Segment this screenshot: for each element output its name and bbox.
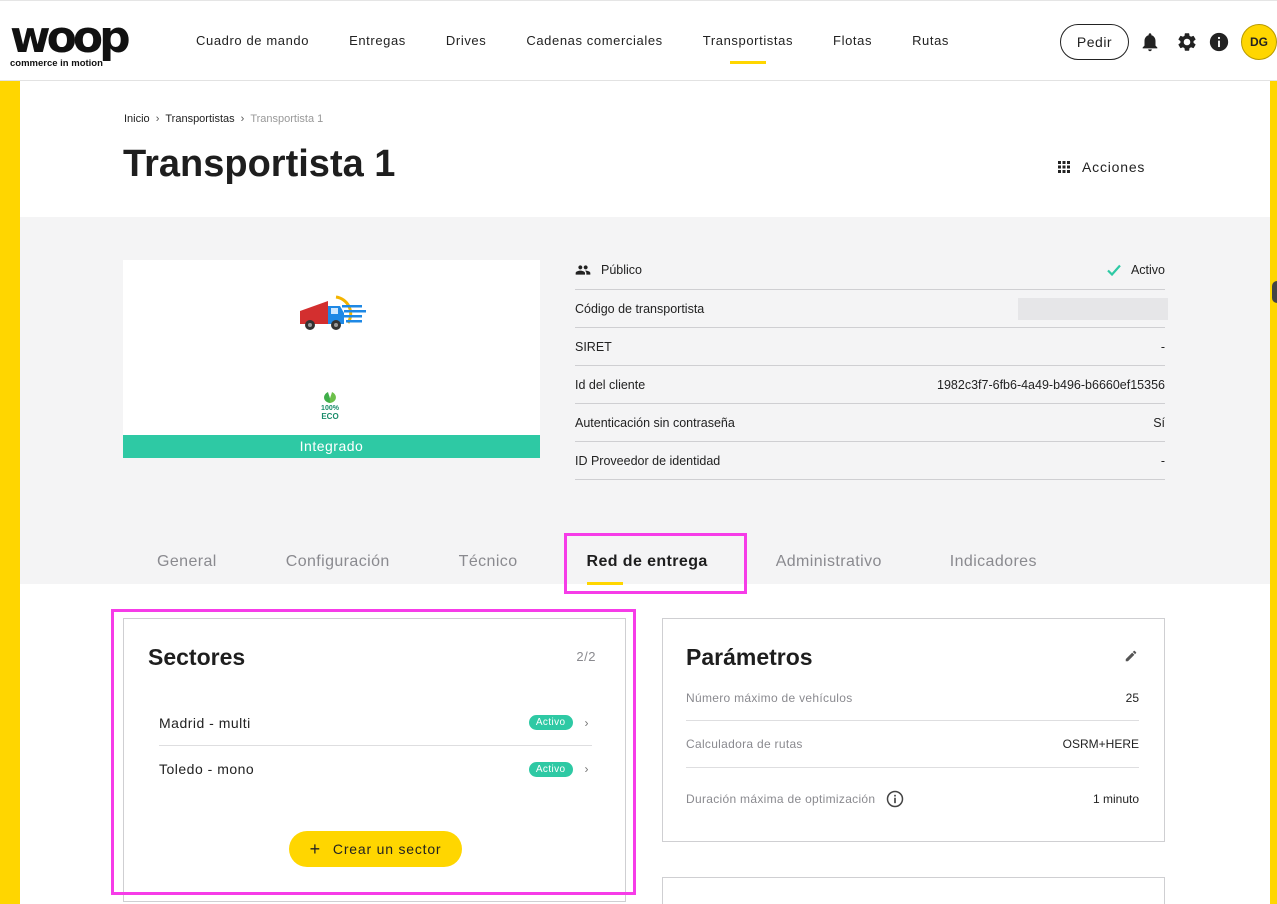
breadcrumb-parent[interactable]: Transportistas (165, 113, 234, 125)
state-label: Activo (1130, 262, 1165, 277)
actions-label: Acciones (1082, 159, 1146, 175)
param-value: 25 (1125, 690, 1139, 705)
field-value: - (1160, 453, 1165, 468)
field-value: - (1160, 339, 1165, 354)
breadcrumb: Inicio › Transportistas › Transportista … (124, 113, 323, 125)
tab-technical[interactable]: Técnico (459, 533, 518, 591)
params-title: Parámetros (686, 644, 813, 670)
field-label: SIRET (575, 339, 612, 354)
field-value: 1982c3f7-6fb6-4a49-b496-b6660ef15356 (937, 377, 1165, 392)
main-nav: Cuadro de mando Entregas Drives Cadenas … (176, 5, 969, 81)
field-label: Autenticación sin contraseña (575, 415, 735, 430)
bell-icon[interactable] (1139, 31, 1161, 53)
breadcrumb-home[interactable]: Inicio (124, 113, 150, 125)
tab-configuration[interactable]: Configuración (286, 533, 390, 591)
nav-item-routes[interactable]: Rutas (892, 5, 969, 81)
nav-item-fleets[interactable]: Flotas (813, 5, 892, 81)
info-row-idp: ID Proveedor de identidad - (575, 442, 1165, 480)
info-icon[interactable] (1208, 31, 1230, 53)
nav-item-carriers[interactable]: Transportistas (683, 5, 813, 81)
info-row-client-id: Id del cliente 1982c3f7-6fb6-4a49-b496-b… (575, 366, 1165, 404)
page-title: Transportista 1 (123, 143, 396, 185)
brand-logo[interactable]: woop commerce in motion (10, 12, 142, 70)
check-icon (1107, 264, 1121, 276)
frame-right (1270, 81, 1277, 904)
edge-handle (1272, 281, 1277, 303)
info-row-carrier-code: Código de transportista (575, 290, 1168, 328)
app-header: woop commerce in motion Cuadro de mando … (0, 5, 1277, 81)
nav-item-dashboard[interactable]: Cuadro de mando (176, 5, 329, 81)
eco-percent: 100% (321, 405, 339, 412)
param-label: Número máximo de vehículos (686, 690, 853, 705)
info-row-passwordless: Autenticación sin contraseña Sí (575, 404, 1165, 442)
integration-status-bar: Integrado (123, 435, 540, 458)
truck-logo-icon (300, 295, 366, 330)
frame-left (0, 81, 20, 904)
field-label: Código de transportista (575, 301, 705, 316)
param-value: 1 minuto (1092, 792, 1139, 806)
param-label: Duración máxima de optimización (686, 792, 876, 806)
next-card (662, 877, 1165, 904)
params-card: Parámetros Número máximo de vehículos 25… (662, 618, 1165, 842)
people-icon (575, 264, 591, 275)
pencil-icon[interactable] (1124, 649, 1138, 663)
carrier-info-table: Público Activo Código de transportista S… (575, 250, 1168, 480)
carrier-code-value (1018, 297, 1168, 320)
actions-button[interactable]: Acciones (1058, 159, 1145, 175)
user-avatar[interactable]: DG (1241, 24, 1277, 60)
leaf-icon (324, 392, 336, 403)
nav-item-deliveries[interactable]: Entregas (329, 5, 426, 81)
param-row-route-calculator: Calculadora de rutas OSRM+HERE (686, 721, 1139, 768)
chevron-right-icon: › (155, 113, 160, 125)
param-row-max-vehicles: Número máximo de vehículos 25 (686, 675, 1139, 721)
field-value: Sí (1153, 415, 1165, 430)
eco-badge: 100% ECO (320, 391, 340, 421)
info-outline-icon[interactable] (885, 789, 905, 809)
eco-label: ECO (321, 412, 339, 421)
param-row-max-optimization: Duración máxima de optimización 1 minuto (686, 768, 1139, 830)
tab-general[interactable]: General (157, 533, 217, 591)
brand-name: woop (10, 12, 131, 63)
nav-item-drives[interactable]: Drives (426, 5, 506, 81)
visibility-label: Público (601, 262, 642, 277)
sectors-highlight-frame (111, 609, 636, 895)
gear-icon[interactable] (1176, 31, 1198, 53)
tab-administrative[interactable]: Administrativo (776, 533, 882, 591)
field-label: ID Proveedor de identidad (575, 453, 721, 468)
param-value: OSRM+HERE (1062, 737, 1139, 751)
chevron-right-icon: › (240, 113, 245, 125)
carrier-logo-card: 100% ECO Integrado (123, 260, 540, 458)
order-button[interactable]: Pedir (1060, 24, 1129, 60)
field-label: Id del cliente (575, 377, 646, 392)
breadcrumb-current: Transportista 1 (250, 113, 324, 125)
visibility-row: Público Activo (575, 250, 1165, 290)
info-row-siret: SIRET - (575, 328, 1165, 366)
param-label: Calculadora de rutas (686, 737, 803, 751)
nav-item-retail-chains[interactable]: Cadenas comerciales (506, 5, 682, 81)
grid-icon (1058, 161, 1070, 173)
tab-indicators[interactable]: Indicadores (950, 533, 1037, 591)
tab-highlight-frame (564, 533, 747, 594)
